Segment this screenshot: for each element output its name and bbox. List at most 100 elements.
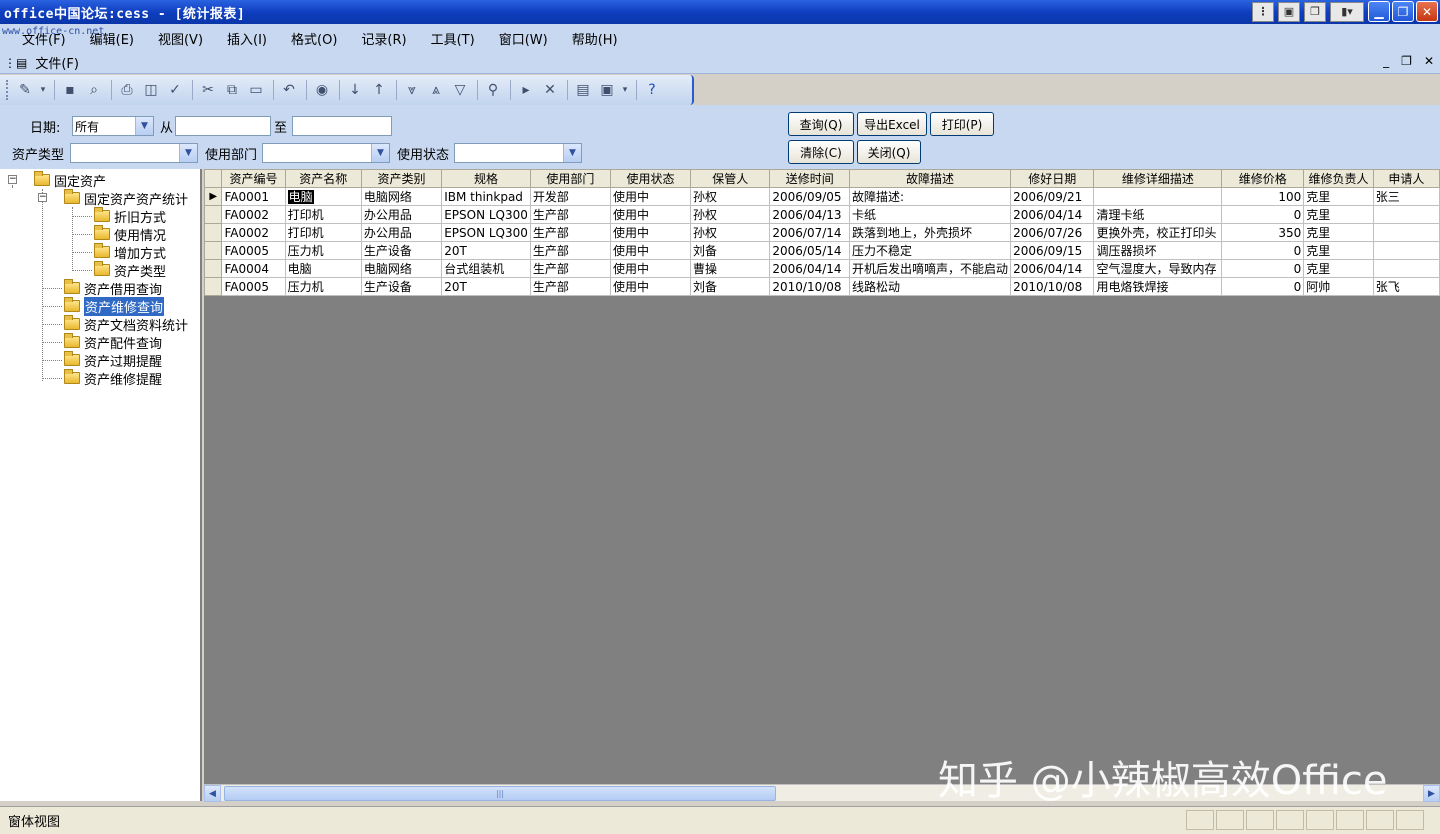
table-cell[interactable] bbox=[1372, 205, 1440, 224]
table-cell[interactable]: EPSON LQ300 bbox=[441, 205, 531, 224]
clear-button[interactable]: 清除(C) bbox=[788, 140, 854, 164]
table-cell[interactable]: 20T bbox=[441, 241, 531, 260]
table-cell[interactable]: 台式组装机 bbox=[441, 259, 531, 278]
table-cell[interactable]: EPSON LQ300 bbox=[441, 223, 531, 242]
table-row[interactable]: FA0005 压力机 生产设备 20T 生产部 使用中 刘备 2010/10/08 线路松动 20… bbox=[203, 277, 1440, 296]
asset-type-select[interactable]: ▼ bbox=[70, 143, 198, 163]
row-selector[interactable] bbox=[203, 277, 223, 296]
doc-minimize-icon[interactable]: _ bbox=[1383, 54, 1389, 68]
table-cell[interactable]: 孙权 bbox=[690, 187, 771, 206]
table-cell[interactable]: 办公用品 bbox=[360, 223, 443, 242]
table-cell[interactable]: 生产部 bbox=[529, 205, 611, 224]
table-cell[interactable]: 张三 bbox=[1372, 187, 1440, 206]
print-preview-icon[interactable]: ◫ bbox=[140, 79, 162, 101]
dropdown-arrow-icon[interactable]: ▾ bbox=[620, 79, 630, 101]
form-icon[interactable]: ⋮▤ bbox=[4, 56, 27, 70]
database-window-icon[interactable]: ▤ bbox=[572, 79, 594, 101]
table-cell[interactable]: 电脑网络 bbox=[360, 259, 443, 278]
current-record-icon[interactable]: ▶ bbox=[203, 187, 223, 206]
date-to-input[interactable] bbox=[292, 116, 392, 136]
close-form-button[interactable]: 关闭(Q) bbox=[857, 140, 921, 164]
table-cell[interactable]: 压力机 bbox=[284, 277, 362, 296]
table-cell[interactable]: 用电烙铁焊接 bbox=[1093, 277, 1223, 296]
chevron-down-icon[interactable]: ▼ bbox=[371, 144, 389, 162]
table-cell[interactable]: 使用中 bbox=[609, 259, 692, 278]
restore-button[interactable]: ❐ bbox=[1392, 1, 1414, 22]
chart-icon[interactable]: ▮▾ bbox=[1330, 1, 1364, 22]
table-cell[interactable]: 开机后发出嘀嘀声，不能启动 bbox=[849, 259, 1012, 278]
table-cell[interactable]: 2006/04/14 bbox=[1010, 259, 1095, 278]
tree-node-parts-query[interactable]: 资产配件查询 bbox=[64, 333, 162, 352]
table-cell[interactable]: 生产设备 bbox=[360, 277, 443, 296]
table-cell[interactable]: 故障描述: bbox=[849, 187, 1012, 206]
table-cell[interactable]: 2006/04/14 bbox=[1010, 205, 1095, 224]
table-cell[interactable]: 2006/05/14 bbox=[769, 241, 851, 260]
cut-icon[interactable]: ✂ bbox=[197, 79, 219, 101]
new-record-icon[interactable]: ▸ bbox=[515, 79, 537, 101]
scroll-right-icon[interactable]: ▶ bbox=[1423, 785, 1440, 802]
column-header[interactable]: 送修时间 bbox=[769, 169, 851, 188]
paste-icon[interactable]: ▭ bbox=[245, 79, 267, 101]
table-cell[interactable]: 办公用品 bbox=[360, 205, 443, 224]
table-row[interactable]: FA0004 电脑 电脑网络 台式组装机 生产部 使用中 曹操 2006/04/14 开机后发出… bbox=[203, 259, 1440, 278]
column-header[interactable]: 资产编号 bbox=[221, 169, 286, 188]
table-cell[interactable]: 压力不稳定 bbox=[849, 241, 1012, 260]
column-header[interactable]: 维修详细描述 bbox=[1093, 169, 1223, 188]
column-header[interactable]: 使用部门 bbox=[529, 169, 611, 188]
sort-ascending-icon[interactable]: ↓ bbox=[344, 79, 366, 101]
export-excel-button[interactable]: 导出Excel bbox=[857, 112, 927, 136]
status-select[interactable]: ▼ bbox=[454, 143, 582, 163]
table-cell[interactable]: 调压器损坏 bbox=[1093, 241, 1223, 260]
column-header[interactable]: 故障描述 bbox=[849, 169, 1012, 188]
table-cell[interactable]: 清理卡纸 bbox=[1093, 205, 1223, 224]
design-view-icon[interactable]: ✎ bbox=[14, 79, 36, 101]
table-cell[interactable]: 2010/10/08 bbox=[1010, 277, 1095, 296]
tree-node-depreciation[interactable]: 折旧方式 bbox=[94, 207, 166, 226]
delete-record-icon[interactable]: ✕ bbox=[539, 79, 561, 101]
table-cell[interactable]: 使用中 bbox=[609, 205, 692, 224]
table-cell[interactable]: 使用中 bbox=[609, 241, 692, 260]
collapse-icon[interactable]: − bbox=[38, 193, 47, 202]
column-header[interactable]: 资产名称 bbox=[284, 169, 362, 188]
table-row[interactable]: FA0002 打印机 办公用品 EPSON LQ300 生产部 使用中 孙权 2006/07/… bbox=[203, 223, 1440, 242]
table-cell[interactable]: 电脑 bbox=[284, 187, 362, 206]
menu-tools[interactable]: 工具(T) bbox=[419, 29, 487, 48]
print-button[interactable]: 打印(P) bbox=[930, 112, 994, 136]
column-header[interactable]: 申请人 bbox=[1372, 169, 1440, 188]
minimize-button[interactable]: ▁ bbox=[1368, 1, 1390, 22]
menu-records[interactable]: 记录(R) bbox=[349, 29, 418, 48]
copy-icon[interactable]: ⧉ bbox=[221, 79, 243, 101]
print-icon[interactable]: ⎙ bbox=[116, 79, 138, 101]
table-cell[interactable]: FA0004 bbox=[221, 259, 286, 278]
apply-filter-icon[interactable]: ▽ bbox=[449, 79, 471, 101]
table-cell[interactable]: 电脑 bbox=[284, 259, 362, 278]
scrollbar-thumb[interactable]: ||| bbox=[224, 786, 776, 801]
row-selector-header[interactable] bbox=[203, 169, 223, 188]
chevron-down-icon[interactable]: ▼ bbox=[179, 144, 197, 162]
table-cell[interactable]: 更换外壳，校正打印头 bbox=[1093, 223, 1223, 242]
table-cell[interactable]: 克里 bbox=[1303, 205, 1374, 224]
table-cell[interactable]: 生产部 bbox=[529, 241, 611, 260]
toolbar-grip[interactable] bbox=[6, 80, 10, 100]
chevron-down-icon[interactable]: ▼ bbox=[135, 117, 153, 135]
menu-help[interactable]: 帮助(H) bbox=[560, 29, 630, 48]
menu-window[interactable]: 窗口(W) bbox=[487, 29, 560, 48]
table-cell[interactable]: 350 bbox=[1221, 223, 1305, 242]
table-cell[interactable] bbox=[1372, 223, 1440, 242]
column-header[interactable]: 修好日期 bbox=[1010, 169, 1095, 188]
tree-node-docs-stats[interactable]: 资产文档资料统计 bbox=[64, 315, 188, 334]
column-header[interactable]: 使用状态 bbox=[609, 169, 692, 188]
table-cell[interactable]: 0 bbox=[1221, 205, 1305, 224]
menu-insert[interactable]: 插入(I) bbox=[215, 29, 279, 48]
table-cell[interactable]: FA0002 bbox=[221, 223, 286, 242]
table-cell[interactable]: 2006/07/14 bbox=[769, 223, 851, 242]
chevron-down-icon[interactable]: ▼ bbox=[563, 144, 581, 162]
tree-node-repair-reminder[interactable]: 资产维修提醒 bbox=[64, 369, 162, 388]
table-row[interactable]: FA0005 压力机 生产设备 20T 生产部 使用中 刘备 2006/05/14 压力不稳定 2… bbox=[203, 241, 1440, 260]
table-cell[interactable]: 克里 bbox=[1303, 187, 1374, 206]
table-cell[interactable]: 20T bbox=[441, 277, 531, 296]
tree-node-borrow-query[interactable]: 资产借用查询 bbox=[64, 279, 162, 298]
tree-node-add-method[interactable]: 增加方式 bbox=[94, 243, 166, 262]
help-icon[interactable]: ? bbox=[641, 79, 663, 101]
column-header[interactable]: 规格 bbox=[441, 169, 531, 188]
